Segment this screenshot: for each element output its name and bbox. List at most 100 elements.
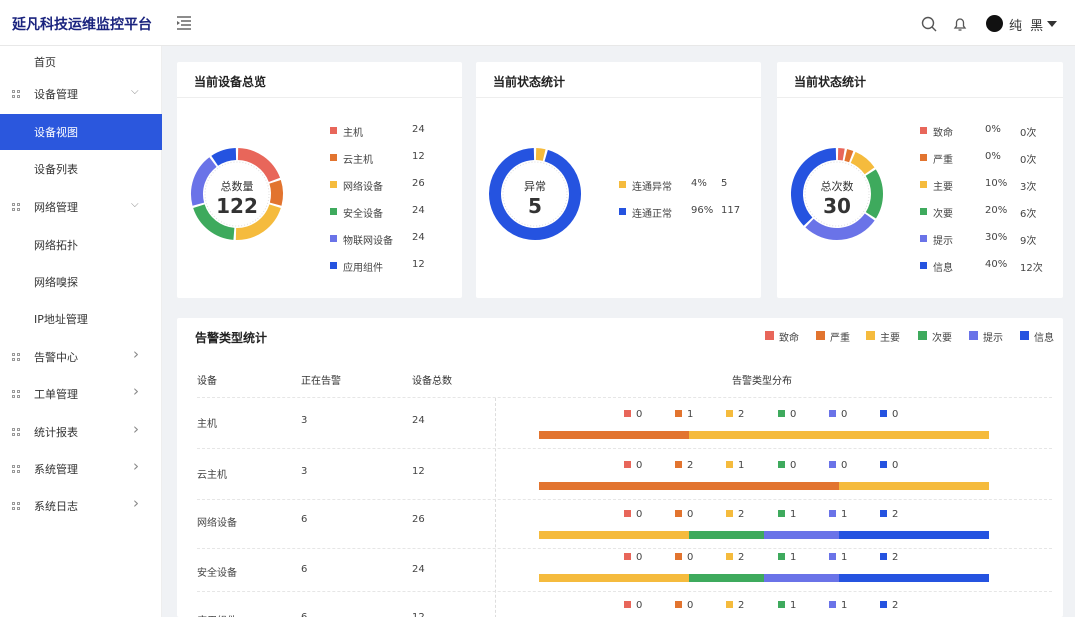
legend-swatch (765, 331, 774, 340)
sidebar-item-label: 系统日志 (34, 500, 78, 513)
donut-slice[interactable] (837, 148, 845, 161)
dist-swatch (675, 510, 682, 517)
user-name[interactable]: 纯 黑 (1009, 15, 1045, 34)
card-title: 当前状态统计 (794, 75, 867, 89)
sidebar-item-label: 告警中心 (34, 351, 78, 364)
legend-item: 次要 20% 6次 (920, 205, 1050, 220)
column-header: 设备 (197, 376, 217, 387)
donut-slice[interactable] (237, 148, 281, 183)
legend-item: 应用组件 12 (330, 259, 460, 274)
sidebar-item[interactable]: ⌵ 网络管理 (0, 189, 162, 225)
dist-bar-segment[interactable] (539, 531, 689, 539)
menu-fold-icon[interactable] (176, 16, 192, 30)
dist-bar-segment[interactable] (839, 531, 989, 539)
dist-count: 0 (829, 460, 847, 471)
donut-slice[interactable] (850, 151, 875, 175)
sidebar-item[interactable]: 网络拓扑 (0, 227, 162, 263)
dist-value: 2 (738, 509, 745, 520)
legend-swatch (816, 331, 825, 340)
dist-swatch (880, 410, 887, 417)
sidebar-item[interactable]: 首页 (0, 44, 162, 80)
donut-slice[interactable] (805, 213, 875, 240)
dist-swatch (726, 553, 733, 560)
caret-down-icon[interactable] (1047, 21, 1057, 27)
legend-item[interactable]: 主要 (866, 329, 914, 344)
dist-swatch (726, 510, 733, 517)
dist-bar-segment[interactable] (839, 574, 989, 582)
legend-item[interactable]: 次要 (918, 329, 966, 344)
sidebar-item[interactable]: › 系统管理 (0, 451, 162, 487)
dist-bar-segment[interactable] (689, 431, 989, 439)
legend-pct: 20% (985, 205, 1008, 216)
donut-slice[interactable] (211, 148, 237, 166)
search-icon[interactable] (921, 16, 937, 32)
sidebar-item[interactable]: ⌵ 设备管理 (0, 76, 162, 112)
dist-count: 1 (778, 552, 796, 563)
dist-swatch (778, 601, 785, 608)
divider (495, 398, 496, 617)
chevron-down-icon: ⌵ (131, 199, 139, 210)
chevron-right-icon: › (133, 494, 139, 512)
sidebar-item-label: 系统管理 (34, 463, 78, 476)
grid-icon (12, 90, 21, 99)
sidebar-item-label: 设备视图 (34, 126, 78, 139)
legend-pct: 10% (985, 178, 1008, 189)
dist-bar-segment[interactable] (539, 431, 689, 439)
sidebar-item[interactable]: › 统计报表 (0, 414, 162, 450)
dist-bar-segment[interactable] (689, 574, 764, 582)
sidebar-item[interactable]: › 系统日志 (0, 488, 162, 524)
dist-count: 2 (726, 600, 744, 611)
dist-bar-segment[interactable] (539, 482, 839, 490)
donut-slice[interactable] (535, 148, 546, 161)
sidebar-item[interactable]: 设备视图 (0, 114, 162, 150)
legend-name: 次要 (933, 209, 953, 220)
legend-swatch (918, 331, 927, 340)
donut-slice[interactable] (865, 169, 883, 219)
dist-bar-segment[interactable] (539, 574, 689, 582)
dist-swatch (880, 601, 887, 608)
sidebar-item-label: 网络嗅探 (34, 276, 78, 289)
card-header: 当前状态统计 (476, 62, 761, 98)
legend-swatch (920, 262, 927, 269)
sidebar-item[interactable]: 网络嗅探 (0, 264, 162, 300)
legend-name: 安全设备 (343, 209, 383, 220)
dist-bar-segment[interactable] (689, 531, 764, 539)
sidebar-item[interactable]: IP地址管理 (0, 301, 162, 337)
dist-bar-segment[interactable] (764, 531, 839, 539)
donut-center-label: 异常 (524, 180, 546, 193)
divider (197, 499, 1052, 500)
cell-device: 网络设备 (197, 518, 237, 529)
card-header: 当前设备总览 (177, 62, 462, 98)
cell-total: 12 (412, 612, 425, 617)
legend-item[interactable]: 提示 (969, 329, 1017, 344)
sidebar-item[interactable]: 设备列表 (0, 151, 162, 187)
bell-icon[interactable] (952, 16, 968, 32)
sidebar-item[interactable]: › 工单管理 (0, 376, 162, 412)
divider (197, 448, 1052, 449)
card-title: 当前状态统计 (493, 75, 566, 89)
donut-slice[interactable] (269, 180, 283, 206)
dist-count: 1 (829, 552, 847, 563)
legend-item[interactable]: 严重 (816, 329, 864, 344)
card-title: 告警类型统计 (195, 331, 268, 345)
dist-bar-segment[interactable] (839, 482, 989, 490)
avatar[interactable] (986, 15, 1003, 32)
legend-item: 连通正常 96% 117 (619, 205, 749, 220)
sidebar-item-label: 网络管理 (34, 201, 78, 214)
legend-item[interactable]: 信息 (1020, 329, 1063, 344)
donut-center-label: 总数量 (220, 180, 254, 193)
legend-item: 主要 10% 3次 (920, 178, 1050, 193)
legend-swatch (866, 331, 875, 340)
dist-bar-segment[interactable] (764, 574, 839, 582)
chevron-down-icon: ⌵ (131, 86, 139, 97)
legend-swatch (330, 208, 337, 215)
donut-slice[interactable] (844, 149, 854, 163)
legend-swatch (920, 235, 927, 242)
legend-item[interactable]: 致命 (765, 329, 813, 344)
dist-swatch (675, 601, 682, 608)
legend-item: 网络设备 26 (330, 178, 460, 193)
donut-center-value: 30 (823, 194, 851, 218)
sidebar-item[interactable]: › 告警中心 (0, 339, 162, 375)
legend-value: 0次 (1020, 155, 1037, 166)
divider (197, 548, 1052, 549)
